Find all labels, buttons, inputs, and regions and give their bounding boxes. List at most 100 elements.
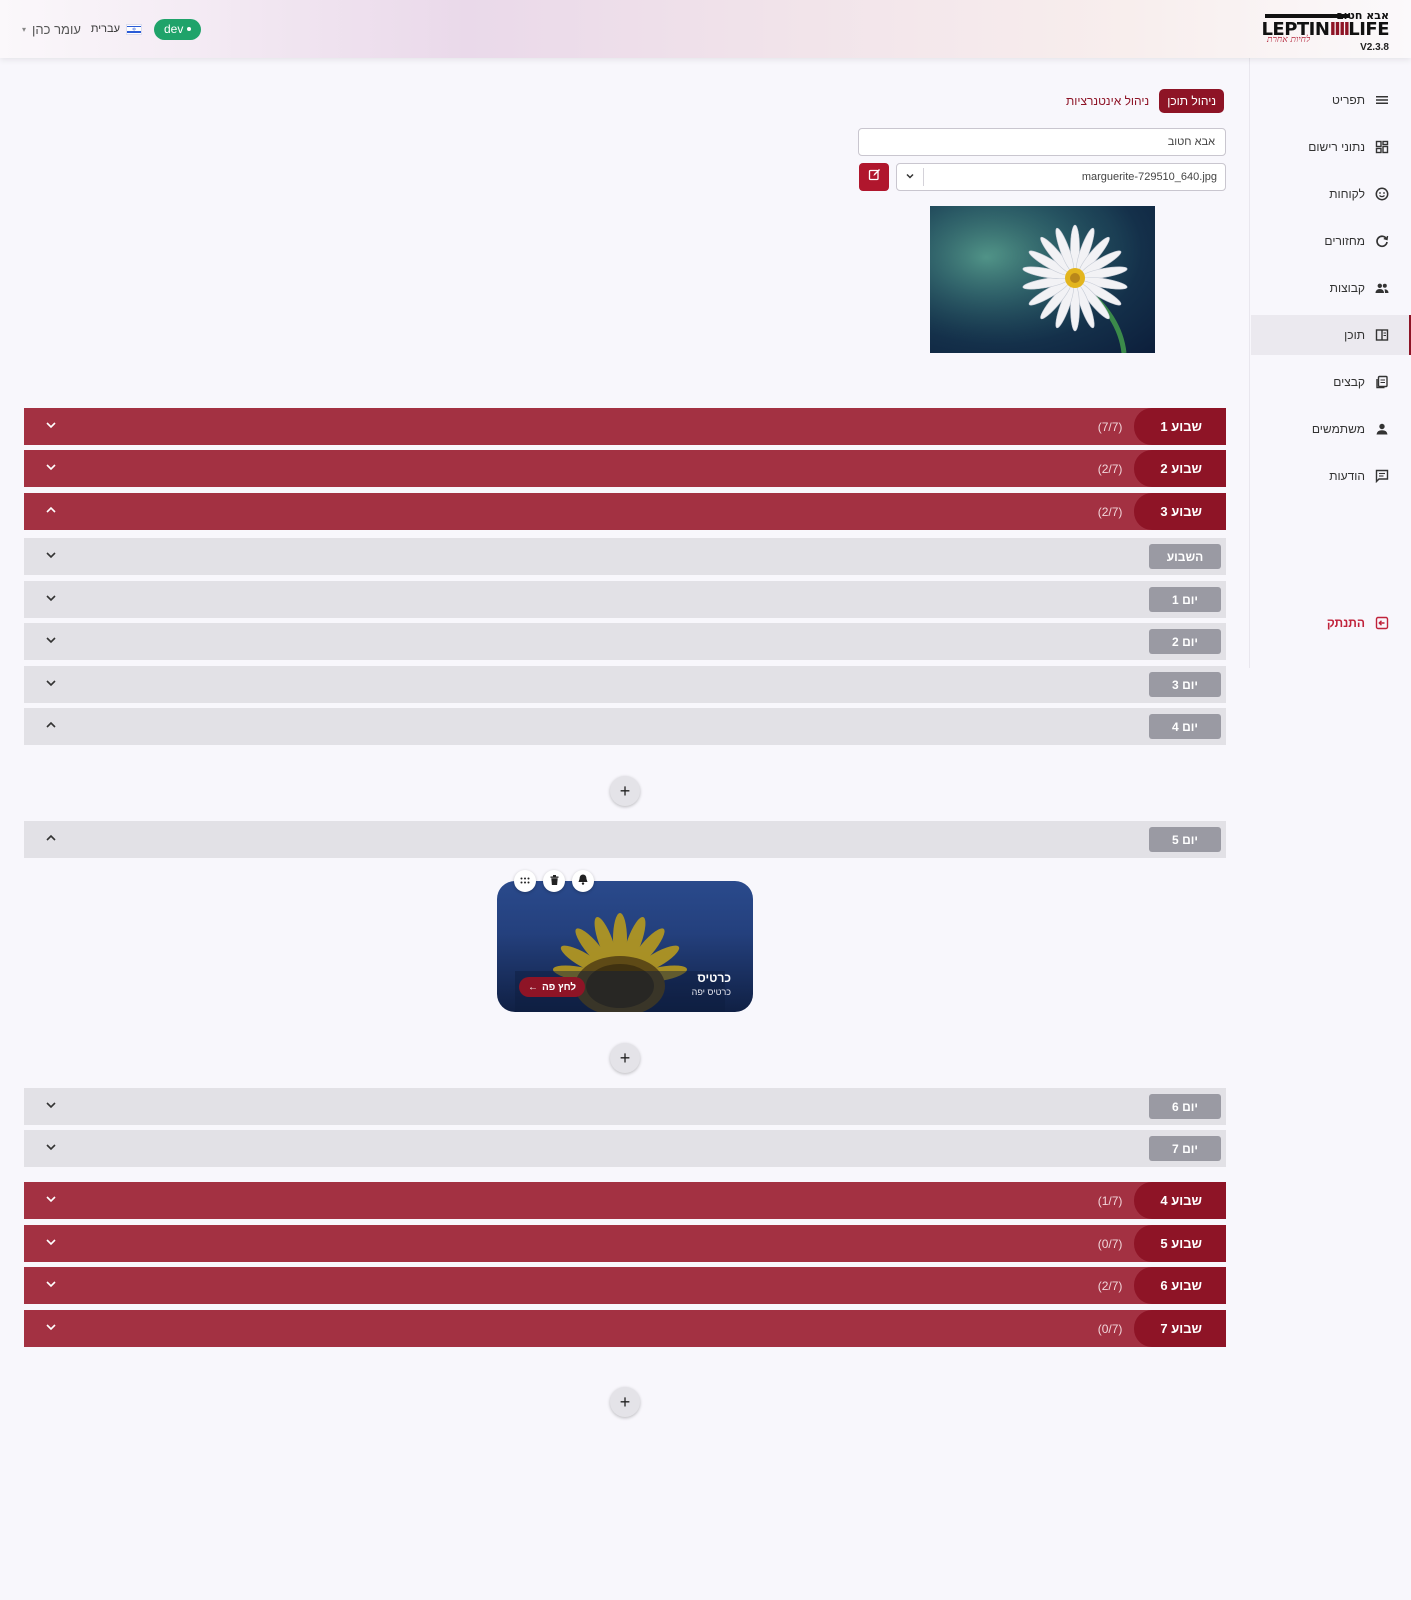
drag-icon	[520, 872, 530, 890]
daisy-preview-image	[930, 206, 1155, 353]
logo-tagline: לחיות אחרת	[1267, 35, 1311, 45]
day-row[interactable]: יום 3	[24, 666, 1226, 703]
book-icon	[1375, 328, 1389, 342]
israel-flag-icon[interactable]: ✡	[126, 23, 142, 35]
week-progress: (0/7)	[1097, 1236, 1123, 1251]
chevron-down-icon[interactable]	[24, 460, 78, 477]
dashboard-icon	[1375, 140, 1389, 154]
logout-icon	[1375, 616, 1389, 630]
week-label: שבוע 7	[1134, 1310, 1226, 1347]
chevron-down-icon[interactable]	[24, 676, 78, 693]
chevron-down-icon[interactable]	[24, 591, 78, 608]
chevron-down-icon[interactable]	[24, 1277, 78, 1294]
sidebar-item-users[interactable]: משתמשים	[1251, 409, 1411, 449]
chevron-down-icon[interactable]	[24, 418, 78, 435]
day-row[interactable]: השבוע	[24, 538, 1226, 575]
sidebar-item-label: מחזורים	[1324, 234, 1365, 248]
content-card[interactable]: כרטיס כרטיס יפה לחץ פה ←	[497, 881, 753, 1012]
chevron-down-icon[interactable]: ▾	[22, 25, 26, 34]
day-label: יום 5	[1149, 827, 1221, 852]
sidebar-item-label: משתמשים	[1311, 422, 1365, 436]
week-label: שבוע 2	[1134, 450, 1226, 487]
delete-card-button[interactable]	[543, 870, 565, 892]
week-row[interactable]: שבוע 7 (0/7)	[24, 1310, 1226, 1347]
week-row[interactable]: שבוע 1 (7/7)	[24, 408, 1226, 445]
week-label: שבוע 1	[1134, 408, 1226, 445]
app-logo[interactable]: אבא חטוב LEPTINIIIILIFE לחיות אחרת V2.3.…	[1261, 10, 1389, 53]
card-actions	[514, 870, 594, 892]
chevron-down-icon[interactable]	[24, 1098, 78, 1115]
chevron-up-icon[interactable]	[24, 718, 78, 735]
sidebar-item-clients[interactable]: לקוחות	[1251, 174, 1411, 214]
plus-icon: +	[619, 781, 631, 801]
sidebar-item-content[interactable]: תוכן	[1251, 315, 1411, 355]
chat-icon	[1375, 469, 1389, 483]
language-selector[interactable]: עברית	[91, 23, 120, 35]
add-item-button[interactable]: +	[610, 776, 640, 806]
day-label: השבוע	[1149, 544, 1221, 569]
week-row[interactable]: שבוע 3 (2/7)	[24, 493, 1226, 530]
week-row[interactable]: שבוע 2 (2/7)	[24, 450, 1226, 487]
day-row[interactable]: יום 4	[24, 708, 1226, 745]
sidebar-item-cycles[interactable]: מחזורים	[1251, 221, 1411, 261]
week-row[interactable]: שבוע 6 (2/7)	[24, 1267, 1226, 1304]
chevron-up-icon[interactable]	[24, 831, 78, 848]
chevron-down-icon[interactable]	[24, 1140, 78, 1157]
chevron-down-icon[interactable]	[24, 1235, 78, 1252]
environment-badge: dev	[154, 18, 202, 40]
add-week-button[interactable]: +	[610, 1387, 640, 1417]
user-area: ▾ עומר כהן עברית ✡ dev	[22, 18, 202, 40]
day-label: יום 6	[1149, 1094, 1221, 1119]
env-dot	[187, 27, 192, 31]
day-row[interactable]: יום 1	[24, 581, 1226, 618]
day-label: יום 7	[1149, 1136, 1221, 1161]
chevron-down-icon[interactable]	[897, 171, 923, 184]
plus-icon: +	[619, 1048, 631, 1068]
week-row[interactable]: שבוע 4 (1/7)	[24, 1182, 1226, 1219]
sidebar-item-groups[interactable]: קבוצות	[1251, 268, 1411, 308]
week-row[interactable]: שבוע 5 (0/7)	[24, 1225, 1226, 1262]
logo-bars: IIII	[1329, 19, 1350, 40]
sidebar-item-messages[interactable]: הודעות	[1251, 456, 1411, 496]
day-row[interactable]: יום 7	[24, 1130, 1226, 1167]
image-file-select[interactable]: marguerite-729510_640.jpg	[896, 163, 1226, 191]
sidebar-item-files[interactable]: קבצים	[1251, 362, 1411, 402]
day-row[interactable]: יום 6	[24, 1088, 1226, 1125]
arrow-left-icon: ←	[528, 981, 538, 993]
week-progress: (2/7)	[1097, 504, 1123, 519]
week-progress: (2/7)	[1097, 461, 1123, 476]
content-tabs: ניהול תוכן ניהול אינטנרציות	[1066, 89, 1224, 113]
chevron-down-icon[interactable]	[24, 548, 78, 565]
tab-content-management[interactable]: ניהול תוכן	[1159, 89, 1224, 113]
bell-icon	[578, 872, 588, 890]
notify-card-button[interactable]	[572, 870, 594, 892]
sidebar: תפריט נתוני רישום לקוחות מחזורים קבוצות …	[1249, 58, 1411, 668]
app-version: V2.3.8	[1360, 42, 1389, 53]
drag-handle-button[interactable]	[514, 870, 536, 892]
env-label: dev	[164, 22, 184, 36]
logout-label: התנתק	[1326, 616, 1365, 630]
person-icon	[1375, 422, 1389, 436]
sidebar-item-registration[interactable]: נתוני רישום	[1251, 127, 1411, 167]
logout-button[interactable]: התנתק	[1251, 603, 1411, 643]
week-progress: (0/7)	[1097, 1321, 1123, 1336]
edit-image-button[interactable]	[859, 163, 889, 191]
tab-integrations-management[interactable]: ניהול אינטנרציות	[1066, 94, 1149, 108]
program-name-field[interactable]	[858, 128, 1226, 156]
day-row[interactable]: יום 2	[24, 623, 1226, 660]
week-label: שבוע 5	[1134, 1225, 1226, 1262]
chevron-down-icon[interactable]	[24, 633, 78, 650]
sidebar-item-label: נתוני רישום	[1308, 140, 1365, 154]
chevron-down-icon[interactable]	[24, 1320, 78, 1337]
day-row[interactable]: יום 5	[24, 821, 1226, 858]
logo-right: LIFE	[1348, 19, 1389, 40]
day-label: יום 4	[1149, 714, 1221, 739]
chevron-up-icon[interactable]	[24, 503, 78, 520]
sidebar-item-menu[interactable]: תפריט	[1251, 80, 1411, 120]
user-menu[interactable]: עומר כהן	[32, 22, 81, 37]
add-item-button[interactable]: +	[610, 1043, 640, 1073]
plus-icon: +	[619, 1392, 631, 1412]
week-progress: (7/7)	[1097, 419, 1123, 434]
card-cta-button[interactable]: לחץ פה ←	[519, 977, 586, 997]
chevron-down-icon[interactable]	[24, 1192, 78, 1209]
